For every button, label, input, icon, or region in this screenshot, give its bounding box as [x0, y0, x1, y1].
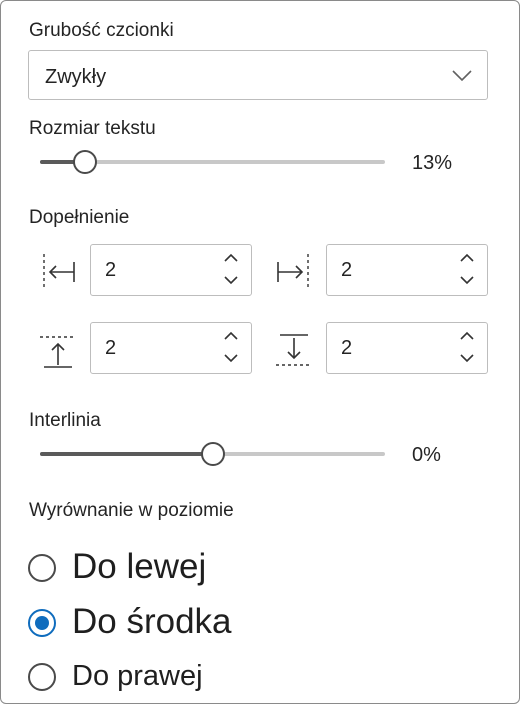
padding-top-icon	[40, 336, 76, 368]
align-center-label: Do środka	[72, 602, 232, 641]
padding-right-stepper[interactable]: 2	[326, 244, 488, 296]
chevron-down-icon[interactable]	[459, 352, 475, 364]
chevron-up-icon[interactable]	[223, 252, 239, 264]
padding-label: Dopełnienie	[29, 207, 130, 228]
padding-right-icon	[277, 254, 309, 290]
line-spacing-label: Interlinia	[29, 410, 101, 431]
padding-top-value: 2	[105, 337, 117, 359]
padding-bottom-value: 2	[341, 337, 353, 359]
chevron-down-icon[interactable]	[223, 274, 239, 286]
slider-thumb[interactable]	[72, 150, 97, 174]
radio-button[interactable]	[28, 663, 56, 691]
chevron-down-icon	[452, 70, 472, 82]
padding-top-stepper[interactable]: 2	[90, 322, 252, 374]
line-spacing-value: 0%	[412, 444, 441, 466]
text-size-slider[interactable]	[40, 148, 385, 176]
chevron-up-icon[interactable]	[459, 252, 475, 264]
radio-button[interactable]	[28, 609, 56, 637]
padding-bottom-stepper[interactable]: 2	[326, 322, 488, 374]
radio-button[interactable]	[28, 554, 56, 582]
padding-bottom-icon	[276, 334, 312, 366]
align-right-label: Do prawej	[72, 660, 203, 692]
horizontal-align-label: Wyrównanie w poziomie	[29, 500, 234, 521]
text-size-value: 13%	[412, 152, 453, 174]
line-spacing-slider[interactable]	[40, 440, 385, 468]
chevron-down-icon[interactable]	[459, 274, 475, 286]
chevron-up-icon[interactable]	[223, 330, 239, 342]
slider-fill	[40, 452, 213, 456]
slider-thumb[interactable]	[200, 442, 225, 466]
font-weight-label: Grubość czcionki	[29, 20, 174, 41]
chevron-down-icon[interactable]	[223, 352, 239, 364]
text-size-label: Rozmiar tekstu	[29, 118, 156, 139]
align-left-label: Do lewej	[72, 547, 207, 586]
padding-left-stepper[interactable]: 2	[90, 244, 252, 296]
chevron-up-icon[interactable]	[459, 330, 475, 342]
padding-left-icon	[43, 254, 75, 290]
font-weight-value: Zwykły	[45, 66, 107, 88]
padding-left-value: 2	[105, 259, 117, 281]
font-weight-dropdown[interactable]: Zwykły	[28, 50, 488, 100]
padding-right-value: 2	[341, 259, 353, 281]
